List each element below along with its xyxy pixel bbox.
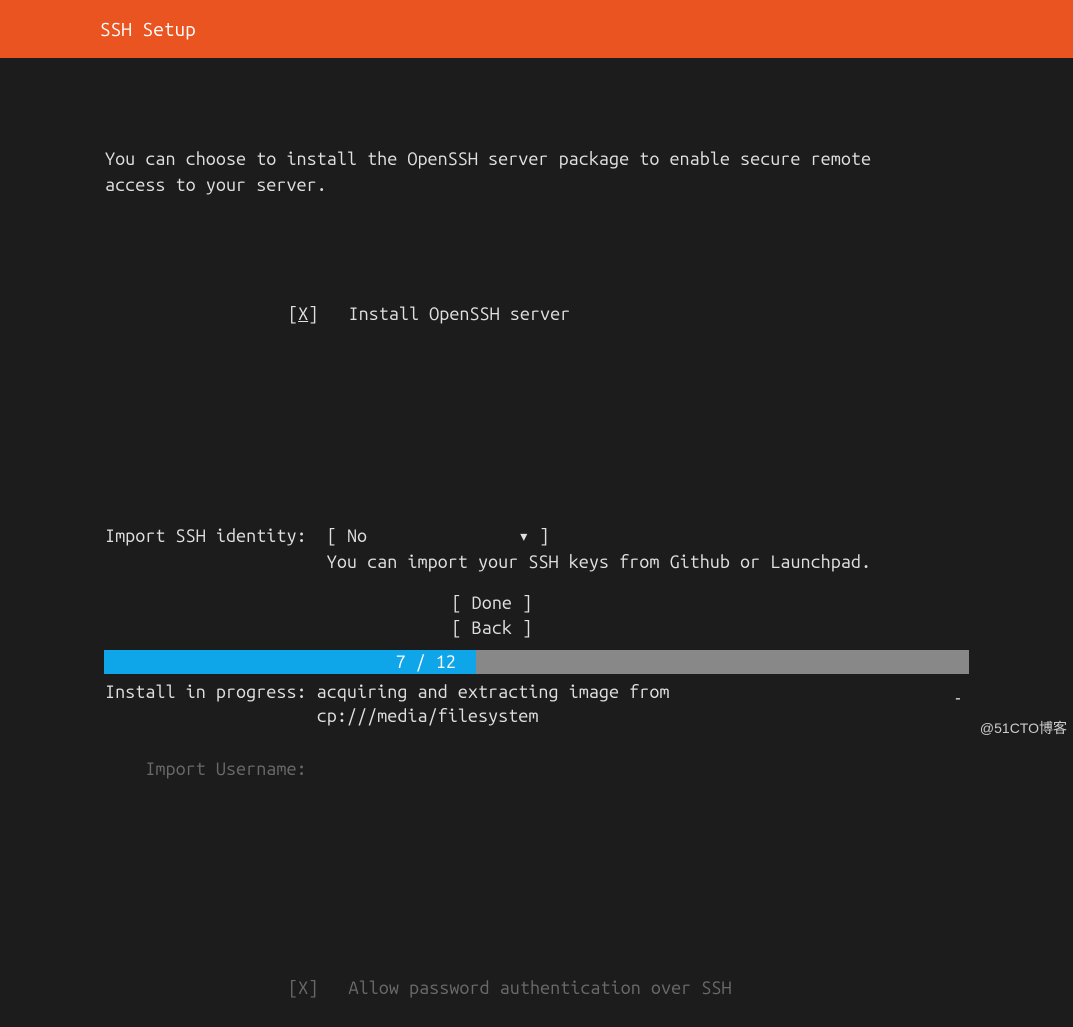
import-identity-row: Import SSH identity: [ No ▾ ] You can im…	[105, 523, 1073, 575]
allow-password-checkbox: [X] Allow password authentication over S…	[105, 975, 1073, 1001]
status-text: Install in progress: acquiring and extra…	[105, 681, 1023, 728]
watermark: @51CTO博客	[980, 718, 1067, 738]
import-username-label: Import Username:	[145, 759, 306, 779]
progress-fill: 7 / 12	[104, 650, 476, 674]
checkbox-mark: X	[298, 304, 308, 324]
install-openssh-checkbox[interactable]: [X] Install OpenSSH server	[105, 301, 1073, 327]
done-button[interactable]: [ Done ]	[452, 591, 622, 615]
import-identity-hint: You can import your SSH keys from Github…	[327, 552, 871, 572]
install-openssh-label: Install OpenSSH server	[349, 304, 571, 324]
import-identity-label: Import SSH identity:	[105, 526, 307, 546]
page-title: SSH Setup	[100, 18, 196, 40]
checkbox-mark-disabled: X	[298, 978, 308, 998]
main-content: You can choose to install the OpenSSH se…	[0, 58, 1073, 1027]
back-button[interactable]: [ Back ]	[452, 616, 622, 640]
import-username-row: Import Username:	[105, 756, 1073, 782]
intro-line1: You can choose to install the OpenSSH se…	[105, 149, 871, 169]
allow-password-label: Allow password authentication over SSH	[349, 978, 732, 998]
progress-text: 7 / 12	[395, 652, 455, 672]
status-line2: cp:///media/filesystem	[317, 706, 539, 726]
import-identity-dropdown[interactable]: No ▾	[347, 526, 529, 546]
intro-line2: access to your server.	[105, 175, 327, 195]
intro-text: You can choose to install the OpenSSH se…	[105, 146, 1073, 198]
button-area: [ Done ] [ Back ]	[0, 591, 1073, 640]
header-bar: SSH Setup	[0, 0, 1073, 58]
import-identity-value: No	[347, 526, 367, 546]
progress-bar: 7 / 12	[104, 650, 969, 674]
chevron-down-icon: ▾	[518, 523, 529, 549]
status-line1: Install in progress: acquiring and extra…	[105, 682, 669, 702]
